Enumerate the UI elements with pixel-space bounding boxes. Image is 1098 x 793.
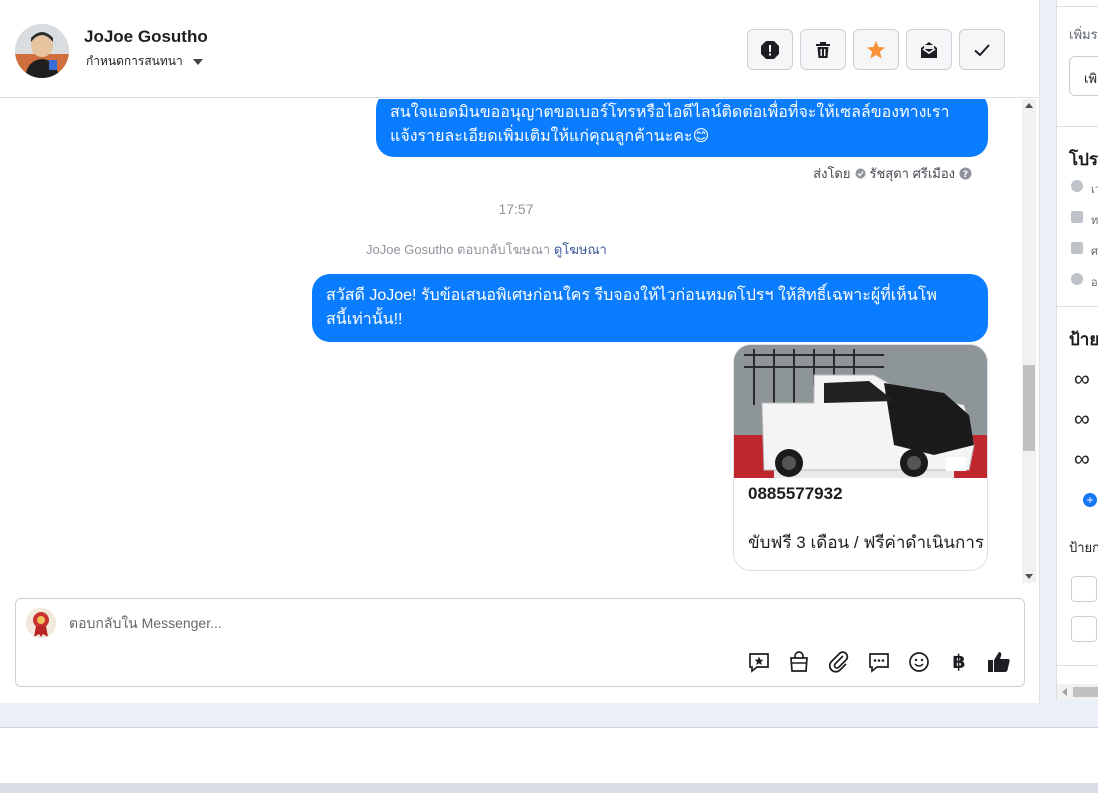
horizontal-scrollbar[interactable] bbox=[1057, 684, 1098, 700]
scroll-up-icon[interactable] bbox=[1022, 99, 1036, 113]
like-button[interactable] bbox=[986, 649, 1012, 675]
page: JoJoe Gosutho กำหนดการสนทนา สนใจแอดมินขอ… bbox=[0, 0, 1098, 793]
ad-card-title: 0885577932 bbox=[748, 484, 843, 503]
clock-icon bbox=[1071, 180, 1083, 192]
header-actions bbox=[747, 29, 1005, 70]
chat-bubble-icon bbox=[869, 653, 889, 673]
star-icon bbox=[867, 40, 885, 58]
message-scrollbar[interactable] bbox=[1022, 99, 1036, 583]
svg-text:?: ? bbox=[963, 170, 968, 180]
labels-section-title: ป้าย bbox=[1069, 330, 1098, 349]
message-bubble-outgoing: สวัสดี JoJoe! รับข้อเสนอพิเศษก่อนใคร รีบ… bbox=[312, 274, 988, 342]
assign-label: กำหนดการสนทนา bbox=[86, 54, 183, 68]
ad-reply-note: JoJoe Gosutho ตอบกลับโฆษณา ดูโฆษณา bbox=[366, 239, 607, 260]
profile-row: ศ bbox=[1091, 246, 1098, 258]
star-button[interactable] bbox=[853, 29, 899, 70]
label-checkbox[interactable] bbox=[1071, 576, 1097, 602]
shop-bag-icon bbox=[790, 651, 808, 672]
done-button[interactable] bbox=[959, 29, 1005, 70]
trash-icon bbox=[816, 41, 830, 58]
ad-image bbox=[734, 345, 987, 478]
ad-reply-text: JoJoe Gosutho ตอบกลับโฆษณา bbox=[366, 242, 551, 257]
profile-section-title: โปร bbox=[1069, 150, 1098, 169]
meta-icon: ∞ bbox=[1074, 446, 1090, 471]
education-icon bbox=[1071, 242, 1083, 254]
contact-name[interactable]: JoJoe Gosutho bbox=[84, 27, 208, 47]
scroll-thumb[interactable] bbox=[1073, 687, 1098, 697]
divider bbox=[1057, 126, 1098, 127]
add-text: เพิ่มร bbox=[1069, 27, 1098, 42]
saved-reply-button[interactable] bbox=[746, 649, 772, 675]
os-taskbar bbox=[0, 783, 1098, 793]
labels-subtitle: ป้ายก bbox=[1069, 540, 1098, 555]
store-icon bbox=[1071, 211, 1083, 223]
attach-icon bbox=[828, 651, 849, 673]
verified-icon bbox=[855, 168, 865, 179]
delete-button[interactable] bbox=[800, 29, 846, 70]
add-button-label: เพิ bbox=[1084, 71, 1098, 86]
message-line: สวัสดี JoJoe! รับข้อเสนอพิเศษก่อนใคร รีบ… bbox=[326, 287, 937, 304]
divider bbox=[1057, 6, 1098, 7]
scroll-thumb[interactable] bbox=[1023, 365, 1035, 451]
chat-panel: JoJoe Gosutho กำหนดการสนทนา สนใจแอดมินขอ… bbox=[0, 0, 1040, 703]
ad-card[interactable]: 0885577932 ขับฟรี 3 เดือน / ฟรีค่าดำเนิน… bbox=[733, 344, 988, 571]
envelope-icon bbox=[921, 41, 937, 58]
shop-button[interactable] bbox=[786, 649, 812, 675]
profile-row: เว bbox=[1091, 184, 1098, 196]
alert-icon bbox=[761, 40, 779, 59]
sent-by-name[interactable]: รัชสุดา ศรีเมือง bbox=[870, 163, 956, 184]
quick-reply-button[interactable] bbox=[866, 649, 892, 675]
page-avatar bbox=[26, 608, 56, 638]
divider bbox=[1057, 665, 1098, 666]
scroll-left-icon[interactable] bbox=[1059, 684, 1071, 700]
view-ad-link[interactable]: ดูโฆษณา bbox=[554, 242, 607, 257]
check-icon bbox=[974, 43, 990, 56]
ad-card-subtitle: ขับฟรี 3 เดือน / ฟรีค่าดำเนินการ bbox=[748, 533, 985, 552]
attach-button[interactable] bbox=[826, 649, 852, 675]
sent-by-label: ส่งโดย bbox=[813, 166, 851, 181]
emoji-button[interactable] bbox=[906, 649, 932, 675]
payment-button[interactable]: ฿ bbox=[946, 649, 972, 675]
chat-header: JoJoe Gosutho กำหนดการสนทนา bbox=[0, 0, 1038, 98]
reply-input[interactable] bbox=[69, 615, 969, 631]
meta-icon: ∞ bbox=[1074, 406, 1090, 431]
message-timestamp: 17:57 bbox=[498, 201, 534, 217]
assign-conversation-dropdown[interactable]: กำหนดการสนทนา bbox=[86, 52, 203, 71]
saved-reply-icon bbox=[749, 653, 769, 673]
label-checkbox[interactable] bbox=[1071, 616, 1097, 642]
sent-by-info: ส่งโดย รัชสุดา ศรีเมือง ? bbox=[813, 163, 972, 184]
help-icon[interactable]: ? bbox=[959, 167, 972, 180]
meta-icon: ∞ bbox=[1074, 366, 1090, 391]
message-bubble-outgoing: สนใจแอดมินขออนุญาตขอเบอร์โทรหรือไอดีไลน์… bbox=[376, 99, 988, 157]
message-line: แจ้งรายละเอียดเพิ่มเติมให้แก่คุณลูกค้านะ… bbox=[390, 128, 710, 145]
profile-row: อ bbox=[1091, 277, 1098, 289]
message-line: สนี้เท่านั้น!! bbox=[326, 311, 403, 328]
contact-avatar[interactable] bbox=[15, 24, 69, 78]
profile-row: ท bbox=[1091, 215, 1098, 227]
thumbs-up-icon bbox=[988, 652, 1010, 672]
spam-button[interactable] bbox=[747, 29, 793, 70]
add-button[interactable]: เพิ bbox=[1069, 56, 1098, 96]
message-line: สนใจแอดมินขออนุญาตขอเบอร์โทรหรือไอดีไลน์… bbox=[390, 104, 950, 121]
reply-composer: ฿ bbox=[15, 598, 1025, 687]
add-label-icon[interactable]: + bbox=[1083, 493, 1097, 507]
emoji-icon bbox=[909, 652, 929, 672]
customer-info-panel: เพิ่มร เพิ โปร เว ท ศ อ ป้าย ∞ ∞ ∞ + ป้า… bbox=[1056, 0, 1098, 700]
chevron-down-icon bbox=[192, 58, 203, 65]
message-thread[interactable]: สนใจแอดมินขออนุญาตขอเบอร์โทรหรือไอดีไลน์… bbox=[0, 99, 1022, 583]
scroll-down-icon[interactable] bbox=[1022, 569, 1036, 583]
mark-unread-button[interactable] bbox=[906, 29, 952, 70]
baht-icon: ฿ bbox=[952, 651, 966, 673]
composer-toolbar: ฿ bbox=[746, 649, 1012, 675]
location-icon bbox=[1071, 273, 1083, 285]
divider bbox=[1057, 306, 1098, 307]
